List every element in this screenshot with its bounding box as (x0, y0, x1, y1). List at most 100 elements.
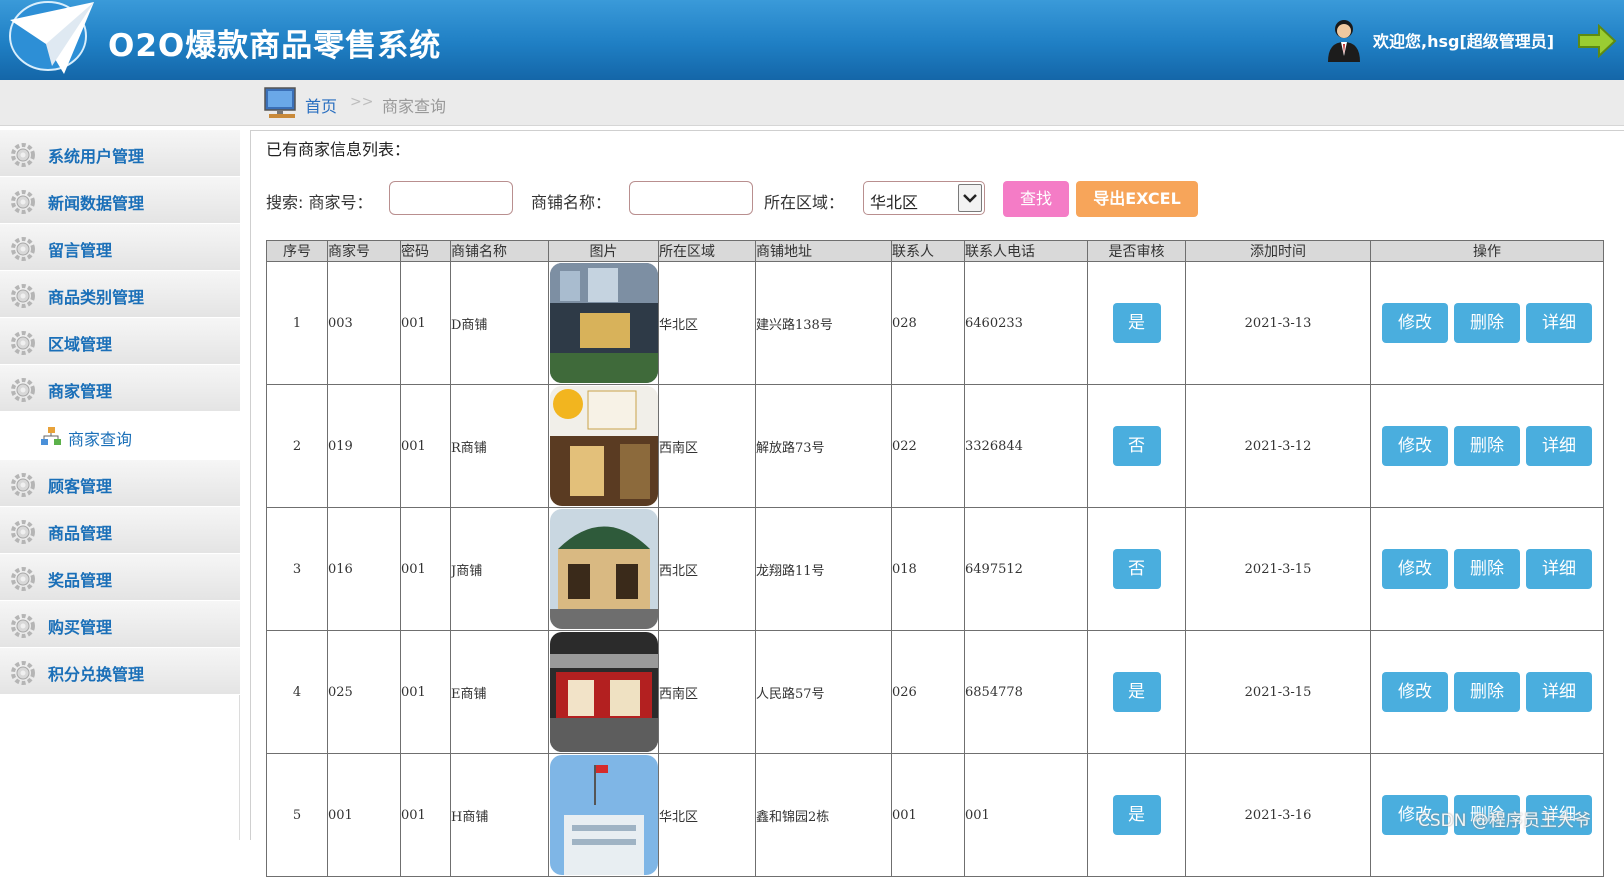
sidebar-subitem-merchant-query[interactable]: 商家查询 (0, 412, 240, 460)
cell-address: 鑫和锦园2栋 (755, 753, 892, 877)
cell-merchant-no: 016 (327, 507, 401, 631)
table-row: 5 001 001 H商铺 华北区 鑫和锦园2栋 001 001 是 2021-… (266, 753, 1604, 877)
gear-icon (11, 284, 35, 308)
gear-icon (11, 567, 35, 591)
computer-icon (264, 87, 296, 118)
export-excel-button[interactable]: 导出EXCEL (1076, 181, 1198, 217)
edit-button[interactable]: 修改 (1382, 549, 1448, 589)
cell-no: 5 (266, 753, 328, 877)
sidebar-item-customers[interactable]: 顾客管理 (0, 460, 240, 507)
edit-button[interactable]: 修改 (1382, 672, 1448, 712)
cell-contact: 022 (891, 384, 965, 508)
cell-audited: 是 (1087, 753, 1186, 877)
delete-button[interactable]: 删除 (1454, 426, 1520, 466)
sidebar-item-products[interactable]: 商品管理 (0, 507, 240, 554)
sidebar-item-messages[interactable]: 留言管理 (0, 224, 240, 271)
sidebar-item-label: 积分兑换管理 (48, 665, 145, 684)
detail-button[interactable]: 详细 (1526, 672, 1592, 712)
audit-status-button[interactable]: 是 (1112, 795, 1161, 835)
sidebar-item-label: 区域管理 (48, 335, 113, 354)
gear-icon (11, 661, 35, 685)
merchant-no-input[interactable] (389, 181, 513, 215)
table-row: 3 016 001 J商铺 西北区 龙翔路11号 018 6497512 否 2… (266, 507, 1604, 631)
region-select-value: 华北区 (870, 193, 919, 212)
edit-button[interactable]: 修改 (1382, 303, 1448, 343)
sidebar-item-product-categories[interactable]: 商品类别管理 (0, 271, 240, 318)
sidebar-item-regions[interactable]: 区域管理 (0, 318, 240, 365)
gear-icon (11, 520, 35, 544)
sidebar-item-prizes[interactable]: 奖品管理 (0, 554, 240, 601)
cell-password: 001 (400, 507, 451, 631)
edit-button[interactable]: 修改 (1382, 426, 1448, 466)
cell-address: 建兴路138号 (755, 261, 892, 385)
cell-contact: 001 (891, 753, 965, 877)
merchant-table: 序号 商家号 密码 商铺名称 图片 所在区域 商铺地址 联系人 联系人电话 是否… (266, 240, 1604, 877)
sidebar-item-merchants[interactable]: 商家管理 (0, 365, 240, 412)
delete-button[interactable]: 删除 (1454, 303, 1520, 343)
audit-status-button[interactable]: 否 (1112, 426, 1161, 466)
cell-address: 人民路57号 (755, 630, 892, 754)
sidebar-item-purchases[interactable]: 购买管理 (0, 601, 240, 648)
cell-actions: 修改 删除 详细 (1370, 384, 1604, 508)
shop-photo[interactable] (549, 263, 658, 383)
chevron-down-icon[interactable] (958, 184, 982, 212)
cell-shop-name: H商铺 (450, 753, 549, 877)
detail-button[interactable]: 详细 (1526, 549, 1592, 589)
region-label: 所在区域： (764, 193, 845, 212)
cell-merchant-no: 025 (327, 630, 401, 754)
shop-photo[interactable] (549, 632, 658, 752)
cell-region: 西南区 (658, 384, 756, 508)
cell-phone: 6854778 (964, 630, 1088, 754)
tree-icon (41, 427, 61, 445)
gear-icon (11, 614, 35, 638)
audit-status-button[interactable]: 否 (1112, 549, 1161, 589)
sidebar-item-label: 商家管理 (48, 382, 113, 401)
detail-button[interactable]: 详细 (1526, 303, 1592, 343)
search-button[interactable]: 查找 (1003, 181, 1069, 217)
delete-button[interactable]: 删除 (1454, 549, 1520, 589)
cell-added-time: 2021-3-15 (1185, 630, 1371, 754)
col-header-region: 所在区域 (658, 240, 756, 262)
search-label: 搜索: 商家号： (266, 193, 373, 212)
cell-phone: 6497512 (964, 507, 1088, 631)
col-header-contact: 联系人 (891, 240, 965, 262)
cell-audited: 否 (1087, 507, 1186, 631)
audit-status-button[interactable]: 是 (1112, 303, 1161, 343)
cell-audited: 是 (1087, 630, 1186, 754)
breadcrumb-home[interactable]: 首页 (305, 93, 337, 117)
cell-actions: 修改 删除 详细 (1370, 507, 1604, 631)
cell-merchant-no: 019 (327, 384, 401, 508)
cell-no: 4 (266, 630, 328, 754)
cell-image (548, 753, 659, 877)
cell-audited: 是 (1087, 261, 1186, 385)
col-header-shop-name: 商铺名称 (450, 240, 549, 262)
table-row: 4 025 001 E商铺 西南区 人民路57号 026 6854778 是 2… (266, 630, 1604, 754)
sidebar-item-label: 留言管理 (48, 241, 113, 260)
shop-name-input[interactable] (629, 181, 753, 215)
sidebar-item-label: 系统用户管理 (48, 147, 145, 166)
sidebar-item-system-users[interactable]: 系统用户管理 (0, 130, 240, 177)
region-select[interactable]: 华北区 (863, 181, 985, 215)
breadcrumb-current: 商家查询 (382, 97, 447, 116)
cell-shop-name: R商铺 (450, 384, 549, 508)
sidebar: 系统用户管理 新闻数据管理 留言管理 商品类别管理 区域管理 商家管理 商家查询… (0, 130, 240, 840)
sidebar-item-news[interactable]: 新闻数据管理 (0, 177, 240, 224)
shop-photo[interactable] (549, 755, 658, 875)
cell-password: 001 (400, 753, 451, 877)
sidebar-item-points-exchange[interactable]: 积分兑换管理 (0, 648, 240, 695)
cell-phone: 001 (964, 753, 1088, 877)
arrow-right-icon[interactable] (1577, 24, 1617, 58)
detail-button[interactable]: 详细 (1526, 426, 1592, 466)
cell-no: 3 (266, 507, 328, 631)
cell-password: 001 (400, 384, 451, 508)
col-header-address: 商铺地址 (755, 240, 892, 262)
audit-status-button[interactable]: 是 (1112, 672, 1161, 712)
cell-contact: 028 (891, 261, 965, 385)
cell-image (548, 384, 659, 508)
sidebar-item-label: 商品类别管理 (48, 288, 145, 307)
shop-photo[interactable] (549, 386, 658, 506)
cell-phone: 6460233 (964, 261, 1088, 385)
delete-button[interactable]: 删除 (1454, 672, 1520, 712)
col-header-image: 图片 (548, 240, 659, 262)
shop-photo[interactable] (549, 509, 658, 629)
